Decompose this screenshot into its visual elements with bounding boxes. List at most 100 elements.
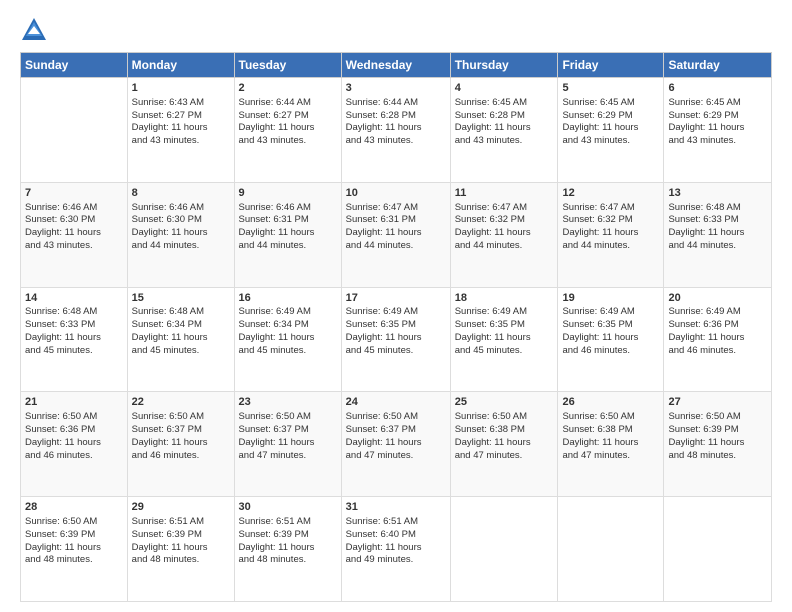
- day-info-line: and 44 minutes.: [562, 240, 659, 253]
- day-info-line: Sunset: 6:29 PM: [562, 110, 659, 123]
- calendar-cell: 4Sunrise: 6:45 AMSunset: 6:28 PMDaylight…: [450, 78, 558, 183]
- day-number: 13: [668, 186, 767, 201]
- day-info-line: Daylight: 11 hours: [346, 542, 446, 555]
- day-number: 1: [132, 81, 230, 96]
- day-info-line: Daylight: 11 hours: [239, 437, 337, 450]
- calendar-cell: 8Sunrise: 6:46 AMSunset: 6:30 PMDaylight…: [127, 182, 234, 287]
- day-info-line: and 48 minutes.: [25, 554, 123, 567]
- day-info-line: Daylight: 11 hours: [239, 227, 337, 240]
- day-info-line: and 47 minutes.: [562, 450, 659, 463]
- day-info-line: and 46 minutes.: [668, 345, 767, 358]
- calendar-cell: [558, 497, 664, 602]
- calendar-cell: 21Sunrise: 6:50 AMSunset: 6:36 PMDayligh…: [21, 392, 128, 497]
- day-info-line: Sunrise: 6:51 AM: [346, 516, 446, 529]
- day-info-line: Sunset: 6:39 PM: [25, 529, 123, 542]
- day-info-line: and 47 minutes.: [346, 450, 446, 463]
- calendar-cell: 24Sunrise: 6:50 AMSunset: 6:37 PMDayligh…: [341, 392, 450, 497]
- calendar-cell: 26Sunrise: 6:50 AMSunset: 6:38 PMDayligh…: [558, 392, 664, 497]
- day-info-line: Daylight: 11 hours: [562, 437, 659, 450]
- day-info-line: Sunset: 6:28 PM: [346, 110, 446, 123]
- day-info-line: Daylight: 11 hours: [455, 122, 554, 135]
- day-info-line: Sunset: 6:29 PM: [668, 110, 767, 123]
- calendar-table: SundayMondayTuesdayWednesdayThursdayFrid…: [20, 52, 772, 602]
- day-info-line: Sunset: 6:39 PM: [239, 529, 337, 542]
- calendar-cell: [21, 78, 128, 183]
- day-info-line: and 44 minutes.: [346, 240, 446, 253]
- day-info-line: Daylight: 11 hours: [455, 437, 554, 450]
- day-number: 30: [239, 500, 337, 515]
- day-number: 24: [346, 395, 446, 410]
- day-info-line: Sunset: 6:34 PM: [132, 319, 230, 332]
- day-info-line: Sunset: 6:37 PM: [346, 424, 446, 437]
- day-info-line: Sunset: 6:31 PM: [239, 214, 337, 227]
- day-info-line: Sunset: 6:27 PM: [132, 110, 230, 123]
- day-info-line: Sunset: 6:36 PM: [668, 319, 767, 332]
- day-info-line: Sunset: 6:35 PM: [562, 319, 659, 332]
- day-info-line: Sunrise: 6:45 AM: [562, 97, 659, 110]
- day-number: 4: [455, 81, 554, 96]
- day-info-line: Sunset: 6:27 PM: [239, 110, 337, 123]
- calendar-cell: 10Sunrise: 6:47 AMSunset: 6:31 PMDayligh…: [341, 182, 450, 287]
- day-number: 22: [132, 395, 230, 410]
- calendar-cell: 15Sunrise: 6:48 AMSunset: 6:34 PMDayligh…: [127, 287, 234, 392]
- calendar-cell: 2Sunrise: 6:44 AMSunset: 6:27 PMDaylight…: [234, 78, 341, 183]
- day-number: 20: [668, 291, 767, 306]
- calendar-cell: 29Sunrise: 6:51 AMSunset: 6:39 PMDayligh…: [127, 497, 234, 602]
- calendar-day-header: Monday: [127, 53, 234, 78]
- day-info-line: and 43 minutes.: [132, 135, 230, 148]
- calendar-cell: 13Sunrise: 6:48 AMSunset: 6:33 PMDayligh…: [664, 182, 772, 287]
- day-info-line: and 47 minutes.: [239, 450, 337, 463]
- day-info-line: Sunrise: 6:48 AM: [25, 306, 123, 319]
- calendar-week-row: 14Sunrise: 6:48 AMSunset: 6:33 PMDayligh…: [21, 287, 772, 392]
- day-info-line: Sunset: 6:31 PM: [346, 214, 446, 227]
- day-number: 8: [132, 186, 230, 201]
- day-info-line: and 45 minutes.: [25, 345, 123, 358]
- day-number: 2: [239, 81, 337, 96]
- header: [20, 16, 772, 44]
- calendar-cell: 12Sunrise: 6:47 AMSunset: 6:32 PMDayligh…: [558, 182, 664, 287]
- calendar-header-row: SundayMondayTuesdayWednesdayThursdayFrid…: [21, 53, 772, 78]
- calendar-cell: 3Sunrise: 6:44 AMSunset: 6:28 PMDaylight…: [341, 78, 450, 183]
- day-number: 9: [239, 186, 337, 201]
- day-info-line: Sunrise: 6:49 AM: [239, 306, 337, 319]
- day-info-line: Sunrise: 6:49 AM: [346, 306, 446, 319]
- day-info-line: Sunrise: 6:43 AM: [132, 97, 230, 110]
- day-info-line: Daylight: 11 hours: [132, 437, 230, 450]
- day-info-line: Sunset: 6:32 PM: [455, 214, 554, 227]
- day-info-line: and 45 minutes.: [132, 345, 230, 358]
- day-info-line: Daylight: 11 hours: [132, 122, 230, 135]
- day-info-line: Sunset: 6:35 PM: [346, 319, 446, 332]
- calendar-day-header: Sunday: [21, 53, 128, 78]
- day-info-line: Sunset: 6:38 PM: [562, 424, 659, 437]
- calendar-cell: 6Sunrise: 6:45 AMSunset: 6:29 PMDaylight…: [664, 78, 772, 183]
- day-number: 31: [346, 500, 446, 515]
- page: SundayMondayTuesdayWednesdayThursdayFrid…: [0, 0, 792, 612]
- calendar-cell: 22Sunrise: 6:50 AMSunset: 6:37 PMDayligh…: [127, 392, 234, 497]
- day-info-line: and 43 minutes.: [562, 135, 659, 148]
- day-info-line: Sunrise: 6:44 AM: [239, 97, 337, 110]
- day-info-line: Sunset: 6:37 PM: [132, 424, 230, 437]
- day-info-line: Daylight: 11 hours: [668, 227, 767, 240]
- day-info-line: and 43 minutes.: [668, 135, 767, 148]
- day-info-line: Daylight: 11 hours: [25, 437, 123, 450]
- day-info-line: and 47 minutes.: [455, 450, 554, 463]
- day-info-line: Daylight: 11 hours: [455, 227, 554, 240]
- day-info-line: Sunrise: 6:50 AM: [668, 411, 767, 424]
- day-number: 18: [455, 291, 554, 306]
- day-info-line: Sunset: 6:40 PM: [346, 529, 446, 542]
- calendar-week-row: 21Sunrise: 6:50 AMSunset: 6:36 PMDayligh…: [21, 392, 772, 497]
- calendar-cell: [450, 497, 558, 602]
- day-info-line: and 49 minutes.: [346, 554, 446, 567]
- day-info-line: Sunset: 6:33 PM: [25, 319, 123, 332]
- day-info-line: and 48 minutes.: [668, 450, 767, 463]
- day-info-line: and 44 minutes.: [132, 240, 230, 253]
- calendar-cell: 9Sunrise: 6:46 AMSunset: 6:31 PMDaylight…: [234, 182, 341, 287]
- day-info-line: Daylight: 11 hours: [668, 332, 767, 345]
- day-info-line: and 46 minutes.: [132, 450, 230, 463]
- calendar-cell: 28Sunrise: 6:50 AMSunset: 6:39 PMDayligh…: [21, 497, 128, 602]
- day-info-line: and 44 minutes.: [239, 240, 337, 253]
- day-info-line: Sunrise: 6:51 AM: [132, 516, 230, 529]
- day-info-line: Daylight: 11 hours: [25, 227, 123, 240]
- day-info-line: Sunrise: 6:45 AM: [455, 97, 554, 110]
- day-info-line: and 45 minutes.: [239, 345, 337, 358]
